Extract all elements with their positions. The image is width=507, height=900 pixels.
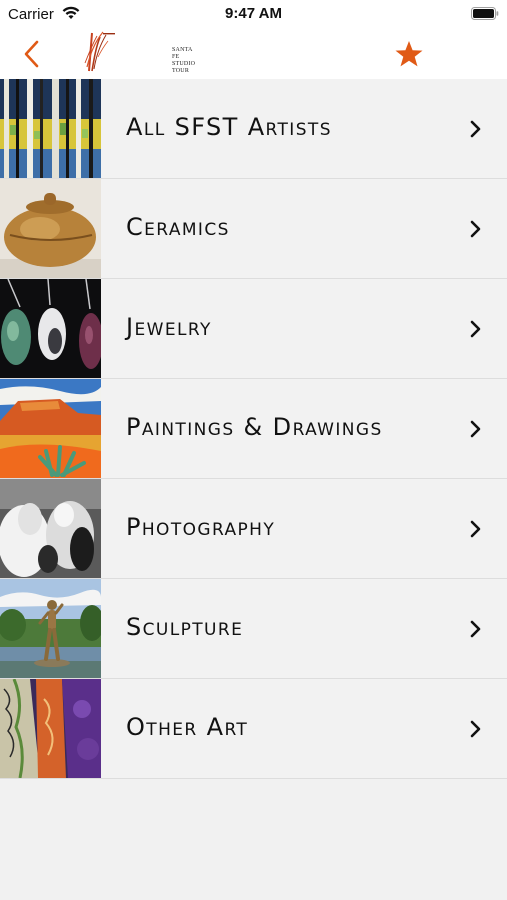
thumbnail-aspen-painting (0, 79, 101, 178)
category-label: Paintings & Drawings (126, 413, 383, 441)
back-chevron-icon[interactable] (18, 38, 48, 70)
chevron-right-icon (470, 220, 481, 238)
battery-icon (471, 7, 499, 20)
chevron-right-icon (470, 420, 481, 438)
thumbnail-mesa-painting (0, 379, 101, 478)
category-label: Sculpture (126, 613, 244, 641)
chevron-right-icon (470, 120, 481, 138)
thumbnail-bronze-sculpture (0, 579, 101, 678)
category-row-photography[interactable]: Photography (0, 479, 507, 579)
category-list: All SFST Artists Ceramics Jewelry Painti… (0, 79, 507, 779)
category-row-other-art[interactable]: Other Art (0, 679, 507, 779)
category-row-jewelry[interactable]: Jewelry (0, 279, 507, 379)
chevron-right-icon (470, 620, 481, 638)
thumbnail-jewelry-pendants (0, 279, 101, 378)
thumbnail-ceramic-pot (0, 179, 101, 278)
studio-tour-logo: SANTA FE STUDIO TOUR (76, 27, 195, 77)
category-row-sculpture[interactable]: Sculpture (0, 579, 507, 679)
category-label: Other Art (126, 713, 249, 741)
category-row-all-artists[interactable]: All SFST Artists (0, 79, 507, 179)
star-icon[interactable] (393, 38, 425, 70)
chevron-right-icon (470, 320, 481, 338)
category-row-ceramics[interactable]: Ceramics (0, 179, 507, 279)
chevron-right-icon (470, 520, 481, 538)
category-label: Photography (126, 513, 276, 541)
category-label: All SFST Artists (126, 113, 332, 141)
thumbnail-horses-photo (0, 479, 101, 578)
thumbnail-painted-textiles (0, 679, 101, 778)
category-label: Jewelry (126, 313, 212, 341)
logo-brushstroke-icon (84, 31, 115, 72)
navigation-bar: SANTA FE STUDIO TOUR (0, 30, 507, 79)
logo-wordmark: SANTA FE STUDIO TOUR (172, 47, 196, 74)
category-row-paintings-drawings[interactable]: Paintings & Drawings (0, 379, 507, 479)
category-label: Ceramics (126, 213, 230, 241)
status-bar: Carrier 9:47 AM (0, 0, 507, 30)
status-time: 9:47 AM (225, 5, 282, 22)
chevron-right-icon (470, 720, 481, 738)
